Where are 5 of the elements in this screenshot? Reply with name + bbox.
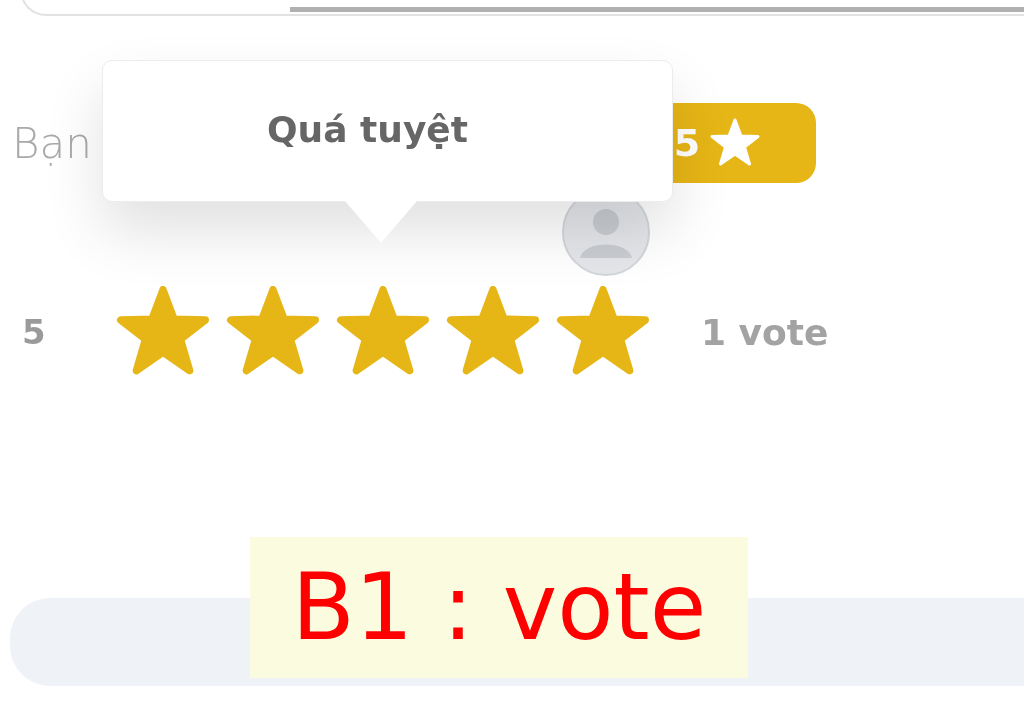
annotation-label: B1 : vote — [250, 537, 748, 678]
star-icon — [710, 118, 761, 168]
vote-count: 1 vote — [701, 311, 829, 353]
rating-label: 5 — [22, 312, 47, 352]
heading: Bạn — [12, 118, 92, 168]
